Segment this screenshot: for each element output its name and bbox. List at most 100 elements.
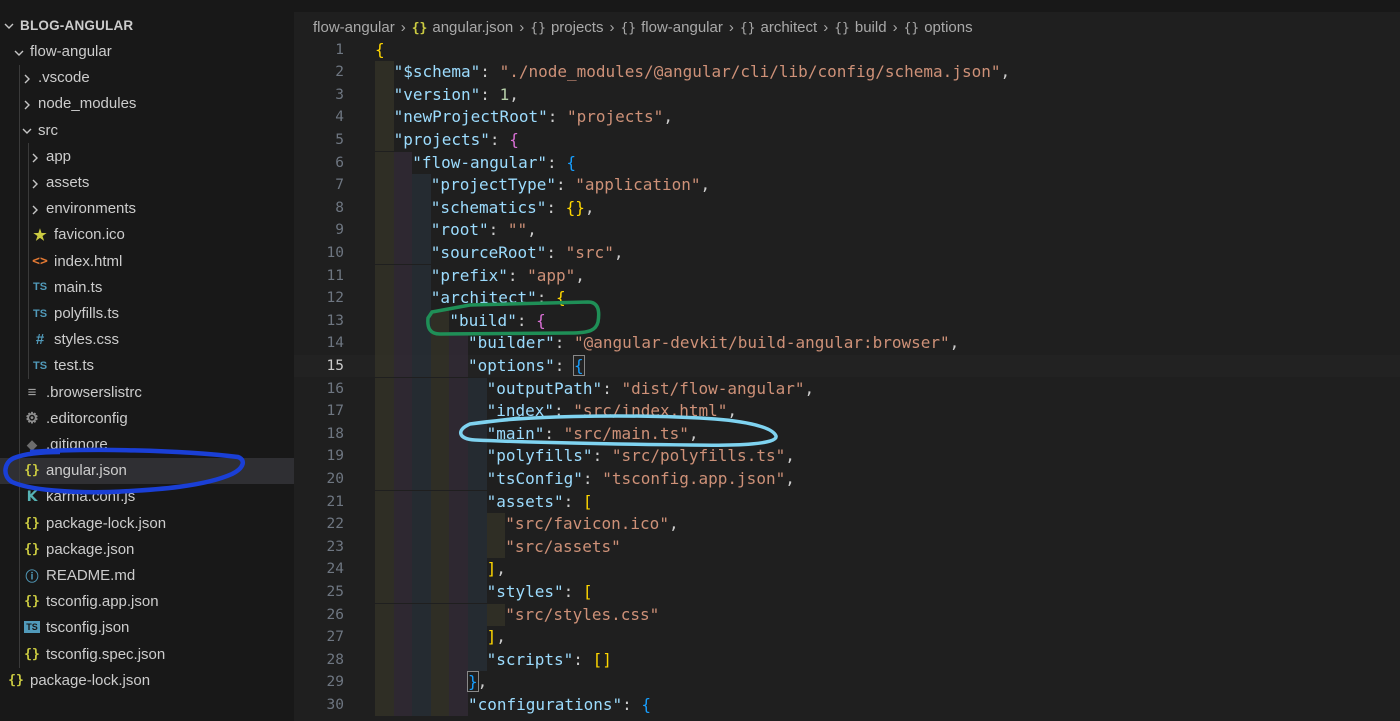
file-test-ts[interactable]: TS test.ts: [0, 353, 294, 379]
file-tsconfig-spec-json[interactable]: {} tsconfig.spec.json: [0, 641, 294, 667]
json-key: "sourceRoot": [430, 242, 547, 262]
code-line[interactable]: 12 "architect": {: [294, 287, 1400, 310]
code-line[interactable]: 20 "tsConfig": "tsconfig.app.json",: [294, 467, 1400, 491]
breadcrumb-item[interactable]: {} options: [904, 19, 973, 36]
star-icon: ★: [33, 226, 47, 244]
json-icon: {}: [24, 541, 40, 557]
indent-guide: [468, 603, 487, 627]
folder-environments[interactable]: environments: [0, 196, 294, 222]
file-gitignore[interactable]: ◆ .gitignore: [0, 432, 294, 458]
indent-guide: [393, 671, 413, 694]
line-number: 10: [326, 244, 344, 261]
folder-app[interactable]: app: [0, 143, 294, 169]
code-line[interactable]: 25 "styles": [: [294, 580, 1400, 604]
code-line[interactable]: 30 "configurations": {: [294, 693, 1400, 717]
punctuation: :: [507, 265, 528, 285]
file-index-html[interactable]: <> index.html: [0, 248, 294, 274]
code-line[interactable]: 2 "$schema": "./node_modules/@angular/cli…: [294, 61, 1400, 84]
indent-guide: [468, 558, 487, 581]
json-icon: {}: [24, 515, 40, 531]
code-line[interactable]: 11 "prefix": "app",: [294, 264, 1400, 288]
code-line[interactable]: 3 "version": 1,: [294, 83, 1400, 107]
code-editor[interactable]: flow-angular ›{} angular.json ›{} projects ›{…: [294, 0, 1400, 721]
breadcrumb-item[interactable]: {} flow-angular: [620, 19, 722, 36]
breadcrumb-item[interactable]: {} build: [834, 19, 886, 36]
breadcrumb-item[interactable]: {} angular.json: [412, 19, 514, 36]
code-line[interactable]: 8 "schematics": {},: [294, 196, 1400, 220]
explorer-root-header[interactable]: BLOG-ANGULAR: [0, 12, 294, 38]
tree-item-label: assets: [46, 174, 90, 191]
file-favicon-ico[interactable]: ★ favicon.ico: [0, 222, 294, 248]
folder-assets[interactable]: assets: [0, 170, 294, 196]
code-line[interactable]: 6 "flow-angular": {: [294, 151, 1400, 175]
folder-node-modules[interactable]: node_modules: [0, 91, 294, 117]
breadcrumb-item[interactable]: {} projects: [530, 19, 603, 36]
code-line[interactable]: 19 "polyfills": "src/polyfills.ts",: [294, 445, 1400, 468]
folder-src[interactable]: src: [0, 117, 294, 143]
indent-guide: [430, 490, 450, 514]
indent-guide: [412, 219, 431, 242]
code-line[interactable]: 9 "root": "",: [294, 219, 1400, 242]
line-number: 6: [335, 154, 344, 171]
indent-guide: [412, 626, 431, 649]
file-browserslistrc[interactable]: ≡ .browserslistrc: [0, 379, 294, 405]
file-package-lock-json[interactable]: {} package-lock.json: [0, 667, 294, 693]
explorer-root-label: BLOG-ANGULAR: [20, 17, 134, 33]
code-line[interactable]: 4 "newProjectRoot": "projects",: [294, 106, 1400, 129]
code-text: "outputPath": "dist/flow-angular",: [487, 378, 815, 401]
folder-flow-angular[interactable]: flow-angular: [0, 39, 294, 65]
indent-guide: [393, 332, 413, 355]
file-karma-conf-js[interactable]: Kkarma.conf.js: [0, 484, 294, 510]
code-line[interactable]: 21 "assets": [: [294, 490, 1400, 514]
indent-guide: [449, 490, 468, 514]
code-line[interactable]: 5 "projects": {: [294, 128, 1400, 152]
json-file-icon: {}: [411, 20, 428, 36]
file-package-lock-json[interactable]: {} package-lock.json: [0, 510, 294, 536]
indent-guide: [430, 648, 450, 672]
code-line[interactable]: 23 "src/assets": [294, 535, 1400, 559]
code-line[interactable]: 17 "index": "src/index.html",: [294, 400, 1400, 423]
code-line[interactable]: 13 "build": {: [294, 309, 1400, 333]
file-editorconfig[interactable]: ⚙ .editorconfig: [0, 405, 294, 431]
code-line[interactable]: 26 "src/styles.css": [294, 603, 1400, 627]
code-line[interactable]: 14 "builder": "@angular-devkit/build-angu…: [294, 332, 1400, 355]
line-number: 24: [326, 561, 344, 578]
folder-vscode[interactable]: .vscode: [0, 65, 294, 91]
file-tsconfig-app-json[interactable]: {} tsconfig.app.json: [0, 589, 294, 615]
indent-guide: [375, 174, 394, 197]
code-line[interactable]: 22 "src/favicon.ico",: [294, 513, 1400, 536]
indent-guide: [393, 626, 413, 649]
file-styles-css[interactable]: # styles.css: [0, 327, 294, 353]
file-polyfills-ts[interactable]: TS polyfills.ts: [0, 301, 294, 327]
indent-guide: [486, 513, 506, 536]
code-line[interactable]: 7 "projectType": "application",: [294, 174, 1400, 197]
indent-guide: [393, 400, 413, 423]
file-angular-json[interactable]: {} angular.json: [0, 457, 294, 484]
tree-item-label: .editorconfig: [46, 409, 128, 427]
code-line[interactable]: 18 "main": "src/main.ts",: [294, 422, 1400, 446]
file-tsconfig-json[interactable]: TS tsconfig.json: [0, 615, 294, 641]
code-line[interactable]: 27],: [294, 626, 1400, 649]
code-line[interactable]: 24],: [294, 558, 1400, 581]
tree-item-label: environments: [46, 200, 137, 218]
code-line[interactable]: 10 "sourceRoot": "src",: [294, 241, 1400, 265]
breadcrumb-item[interactable]: {} architect: [740, 19, 817, 36]
file-main-ts[interactable]: TS main.ts: [0, 274, 294, 300]
code-line[interactable]: 28 "scripts": []: [294, 648, 1400, 672]
code-line[interactable]: 1{: [294, 39, 1400, 62]
punctuation: ,: [727, 401, 738, 421]
code-area[interactable]: 1{2 "$schema": "./node_modules/@angular/c…: [294, 38, 1400, 721]
code-line[interactable]: 15 "options": {: [294, 354, 1400, 378]
object-icon: {}: [530, 20, 546, 36]
file-package-json[interactable]: {} package.json: [0, 536, 294, 562]
chevron-right-icon: [28, 148, 42, 164]
gear-icon: ⚙: [25, 410, 39, 428]
line-number: 8: [335, 199, 344, 216]
code-line[interactable]: 29},: [294, 671, 1400, 694]
bracket: [: [582, 581, 593, 601]
punctuation: :: [516, 310, 537, 330]
code-line[interactable]: 16 "outputPath": "dist/flow-angular",: [294, 377, 1400, 401]
breadcrumb-item[interactable]: flow-angular: [313, 19, 395, 36]
json-string: "app": [527, 265, 576, 285]
file-readme-md[interactable]: ⓘ README.md: [0, 563, 294, 589]
